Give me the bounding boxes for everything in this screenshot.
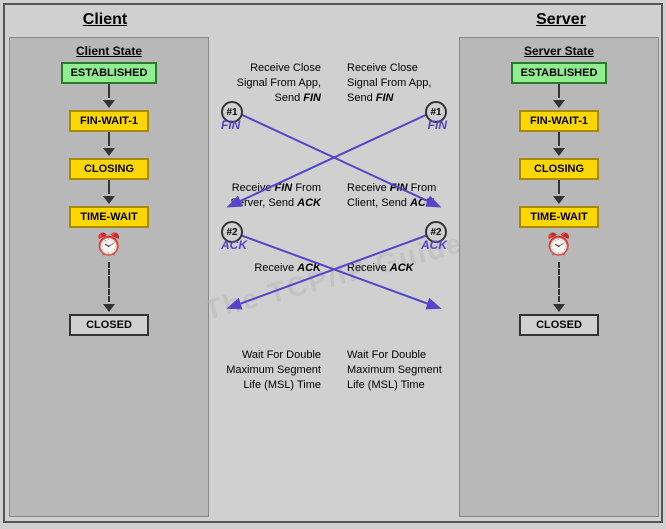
server-state-established: ESTABLISHED — [511, 62, 608, 84]
client-desc-established: Receive CloseSignal From App,Send FIN — [201, 61, 321, 106]
svc2 — [553, 132, 565, 158]
server-title: Server — [536, 11, 586, 28]
right-panel: Server State ESTABLISHED FIN-WAIT-1 CLOS… — [459, 37, 659, 517]
client-state-closed: CLOSED — [69, 314, 149, 336]
vc1 — [103, 84, 115, 110]
server-state-closing: CLOSING — [519, 158, 599, 180]
client-state-established: ESTABLISHED — [61, 62, 158, 84]
server-desc-timewait: Wait For DoubleMaximum SegmentLife (MSL)… — [347, 348, 467, 393]
vc2 — [103, 132, 115, 158]
server-desc-closing: Receive ACK — [347, 261, 467, 276]
vc3 — [103, 180, 115, 206]
server-desc-established: Receive CloseSignal From App,Send FIN — [347, 61, 467, 106]
server-state-label: Server State — [524, 44, 594, 58]
vc-dashed-server — [553, 262, 565, 314]
client-state-closing: CLOSING — [69, 158, 149, 180]
server-clock: ⏰ — [545, 232, 572, 258]
client-state-finwait1: FIN-WAIT-1 — [69, 110, 149, 132]
client-state-label: Client State — [76, 44, 142, 58]
server-state-finwait1: FIN-WAIT-1 — [519, 110, 599, 132]
server-state-timewait: TIME-WAIT — [519, 206, 599, 228]
top-headers: Client Server — [5, 5, 661, 33]
fin1-label-client: FIN — [221, 118, 240, 132]
ack2-label-client: ACK — [221, 238, 247, 252]
fin1-label-server: FIN — [428, 118, 447, 132]
client-desc-closing: Receive ACK — [201, 261, 321, 276]
svc3 — [553, 180, 565, 206]
server-state-closed: CLOSED — [519, 314, 599, 336]
left-panel: Client State ESTABLISHED FIN-WAIT-1 CLOS… — [9, 37, 209, 517]
ack2-label-server: ACK — [421, 238, 447, 252]
content-area: Client State ESTABLISHED FIN-WAIT-1 CLOS… — [5, 33, 661, 521]
client-state-timewait: TIME-WAIT — [69, 206, 149, 228]
vc-dashed-client — [103, 262, 115, 314]
middle-area: The TCP/IP Guide Receive CloseSignal Fro… — [211, 33, 457, 521]
server-desc-finwait: Receive FIN FromClient, Send ACK — [347, 181, 467, 211]
client-desc-finwait: Receive FIN FromServer, Send ACK — [201, 181, 321, 211]
svc1 — [553, 84, 565, 110]
client-clock: ⏰ — [95, 232, 122, 258]
main-container: Client Server Client State ESTABLISHED F… — [3, 3, 663, 523]
client-title: Client — [83, 11, 127, 28]
arrows-svg — [211, 33, 457, 521]
client-desc-timewait: Wait For DoubleMaximum SegmentLife (MSL)… — [201, 348, 321, 393]
